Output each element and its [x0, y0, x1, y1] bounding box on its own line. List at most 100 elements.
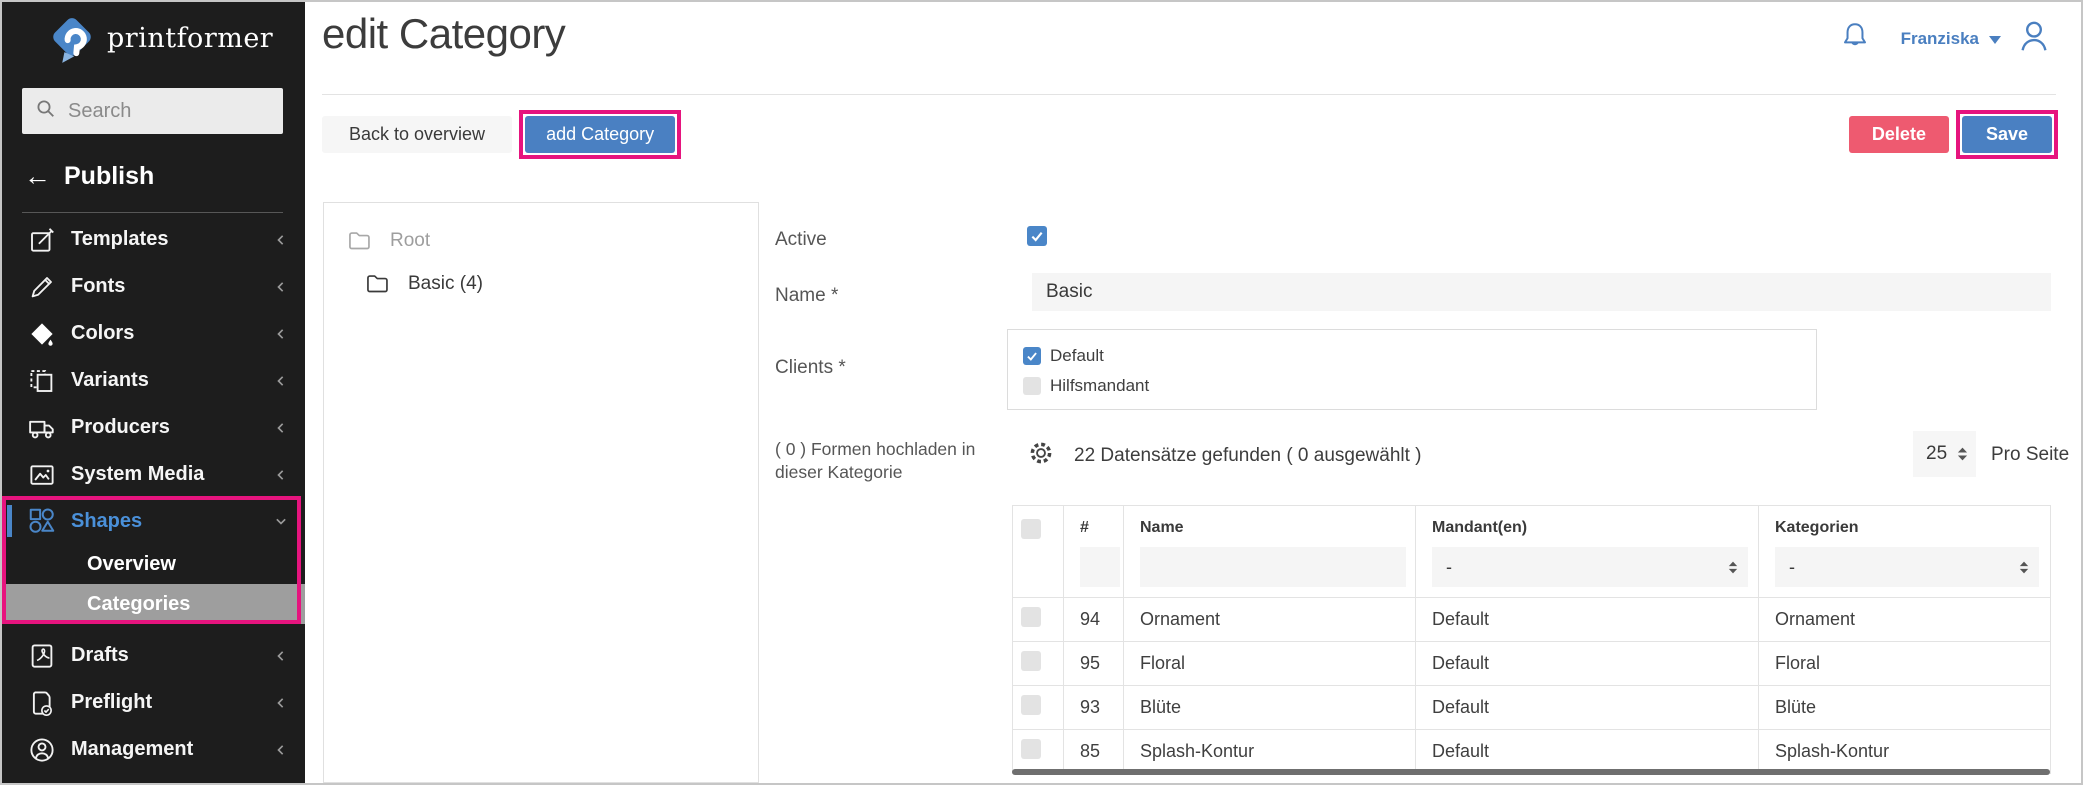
paint-bucket-icon — [25, 317, 58, 350]
sidebar-item-label: Fonts — [71, 275, 271, 298]
chevron-down-icon — [271, 511, 291, 531]
chevron-left-icon — [271, 371, 291, 391]
client-checkbox[interactable] — [1023, 347, 1041, 365]
cell-name: Ornament — [1124, 598, 1416, 642]
select-all-checkbox[interactable] — [1021, 519, 1041, 539]
sidebar-item-variants[interactable]: Variants — [0, 357, 305, 404]
shapes-icon — [25, 505, 58, 538]
upload-hint-text: ( 0 ) Formen hochladen in dieser Kategor… — [775, 438, 1007, 484]
edit-square-icon — [25, 223, 58, 256]
sidebar-search[interactable] — [22, 88, 283, 134]
sidebar-item-shapes[interactable]: Shapes — [0, 498, 305, 544]
add-category-button[interactable]: add Category — [525, 116, 675, 153]
table-row[interactable]: 95 Floral Default Floral — [1013, 642, 2051, 686]
copy-icon — [25, 364, 58, 397]
row-checkbox[interactable] — [1021, 739, 1041, 759]
bell-icon[interactable] — [1839, 19, 1871, 58]
spinner-arrows-icon — [1957, 446, 1968, 462]
table-row[interactable]: 85 Splash-Kontur Default Splash-Kontur — [1013, 730, 2051, 774]
sidebar-item-preflight[interactable]: Preflight — [0, 679, 305, 726]
row-checkbox[interactable] — [1021, 607, 1041, 627]
per-page-select[interactable]: 25 — [1913, 431, 1976, 477]
annotation-box-save: Save — [1956, 110, 2058, 159]
sidebar-divider — [22, 212, 283, 213]
tree-node-label: Root — [390, 230, 430, 252]
cell-id: 94 — [1064, 598, 1124, 642]
chevron-left-icon — [271, 646, 291, 666]
cell-mandant: Default — [1416, 730, 1759, 774]
id-filter-input[interactable] — [1080, 547, 1120, 587]
chevron-left-icon — [271, 230, 291, 250]
column-header-id: # — [1080, 519, 1111, 537]
name-input[interactable] — [1032, 273, 2051, 311]
back-arrow-icon: ← — [24, 163, 51, 190]
per-page-label: Pro Seite — [1991, 444, 2069, 466]
table-header-row: # Name Mandant(en) - — [1013, 506, 2051, 598]
tree-node-basic[interactable]: Basic (4) — [364, 270, 758, 297]
folder-icon — [346, 227, 373, 254]
name-filter-input[interactable] — [1140, 547, 1406, 587]
table-row[interactable]: 94 Ornament Default Ornament — [1013, 598, 2051, 642]
cell-id: 93 — [1064, 686, 1124, 730]
user-icon[interactable] — [2015, 16, 2053, 61]
tree-node-root[interactable]: Root — [346, 227, 758, 254]
sidebar-item-fonts[interactable]: Fonts — [0, 263, 305, 310]
client-checkbox[interactable] — [1023, 377, 1041, 395]
horizontal-scrollbar[interactable] — [1012, 769, 2050, 775]
client-label: Hilfsmandant — [1050, 376, 1149, 396]
gear-icon[interactable] — [1027, 439, 1055, 472]
cell-name: Floral — [1124, 642, 1416, 686]
sidebar-item-label: Templates — [71, 228, 271, 251]
shapes-table: # Name Mandant(en) - — [1012, 505, 2051, 774]
sidebar-item-label: Management — [71, 738, 271, 761]
sidebar-menu: Templates Fonts Colors — [0, 216, 305, 773]
shapes-section: Shapes Overview Categories — [0, 498, 305, 624]
records-row: 22 Datensätze gefunden ( 0 ausgewählt ) — [1027, 439, 1422, 472]
table-row[interactable]: 93 Blüte Default Blüte — [1013, 686, 2051, 730]
sidebar-item-colors[interactable]: Colors — [0, 310, 305, 357]
client-option-hilfsmandant[interactable]: Hilfsmandant — [1023, 371, 1816, 401]
active-indicator-bar — [7, 505, 12, 537]
sidebar-item-system-media[interactable]: System Media — [0, 451, 305, 498]
chevron-left-icon — [271, 418, 291, 438]
client-option-default[interactable]: Default — [1023, 341, 1816, 371]
search-input[interactable] — [68, 100, 305, 123]
caret-down-icon[interactable] — [1989, 36, 2001, 44]
mandant-filter-value: - — [1446, 557, 1452, 578]
user-name[interactable]: Franziska — [1901, 29, 1979, 49]
publish-back-link[interactable]: ← Publish — [24, 162, 305, 191]
folder-icon — [364, 270, 391, 297]
sidebar-subitem-overview[interactable]: Overview — [0, 544, 305, 584]
main-content: edit Category Franziska Back to overview… — [305, 0, 2083, 785]
cell-name: Blüte — [1124, 686, 1416, 730]
tree-node-label: Basic (4) — [408, 273, 483, 295]
sidebar-item-templates[interactable]: Templates — [0, 216, 305, 263]
sidebar-item-producers[interactable]: Producers — [0, 404, 305, 451]
logo[interactable]: printformer — [0, 0, 305, 64]
sidebar-item-label: System Media — [71, 463, 271, 486]
person-circle-icon — [25, 733, 58, 766]
sidebar-item-management[interactable]: Management — [0, 726, 305, 773]
page-title: edit Category — [322, 10, 565, 58]
cell-mandant: Default — [1416, 686, 1759, 730]
delete-button[interactable]: Delete — [1849, 116, 1949, 153]
back-to-overview-button[interactable]: Back to overview — [322, 116, 512, 153]
row-checkbox[interactable] — [1021, 651, 1041, 671]
active-checkbox[interactable] — [1027, 226, 1047, 246]
annotation-box-add-category: add Category — [519, 110, 681, 159]
sidebar-item-label: Producers — [71, 416, 271, 439]
cell-kategorien: Splash-Kontur — [1759, 730, 2051, 774]
sidebar-subitem-categories[interactable]: Categories — [0, 584, 305, 624]
header-user-area: Franziska — [1839, 16, 2053, 61]
clients-label: Clients * — [775, 357, 846, 379]
sidebar-item-drafts[interactable]: Drafts — [0, 632, 305, 679]
kategorien-filter-select[interactable]: - — [1775, 547, 2039, 587]
save-button[interactable]: Save — [1962, 116, 2052, 153]
spinner-arrows-icon — [1728, 560, 1738, 575]
clients-box: Default Hilfsmandant — [1007, 329, 1817, 410]
row-checkbox[interactable] — [1021, 695, 1041, 715]
column-header-name: Name — [1140, 519, 1403, 537]
mandant-filter-select[interactable]: - — [1432, 547, 1748, 587]
cell-name: Splash-Kontur — [1124, 730, 1416, 774]
spinner-arrows-icon — [2019, 560, 2029, 575]
